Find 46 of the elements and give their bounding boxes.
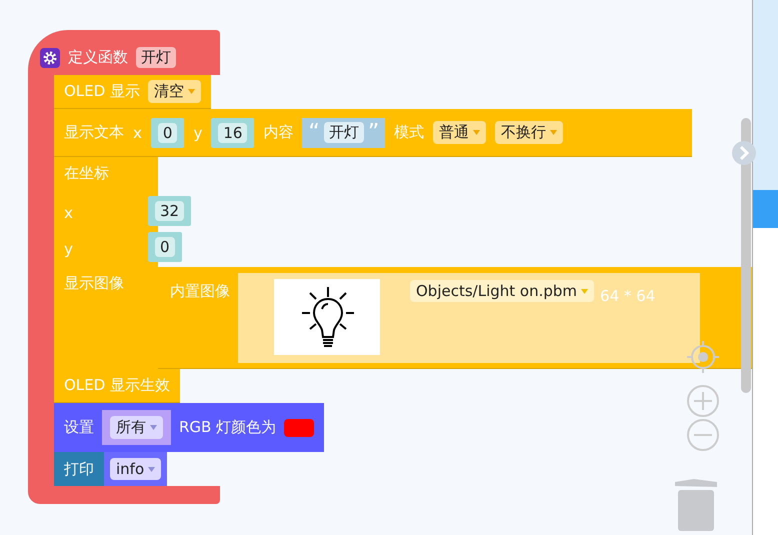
caret-icon [148, 466, 156, 472]
caret-icon [581, 288, 588, 294]
block-label: 定义函数 [68, 48, 128, 67]
function-name-field[interactable]: 开灯 [136, 47, 176, 68]
bulb-icon [274, 279, 380, 355]
caret-icon [188, 89, 195, 94]
block-label: x [64, 204, 73, 222]
dropdown[interactable]: 普通 [433, 121, 486, 144]
gear-icon[interactable] [40, 48, 60, 68]
number-field[interactable]: 32 [155, 201, 184, 221]
caret-icon [550, 130, 558, 135]
block-label: 设置 [64, 418, 94, 437]
block-label: 模式 [394, 123, 424, 142]
scrollbar[interactable] [741, 118, 751, 393]
zoom-in-icon[interactable] [687, 385, 719, 417]
number-field[interactable]: 16 [218, 122, 248, 142]
block-label: 显示图像 [64, 274, 124, 292]
text-field[interactable]: 开灯 [324, 122, 364, 143]
block-label: 打印 [64, 460, 94, 478]
dropdown[interactable]: 不换行 [495, 121, 564, 144]
dropdown[interactable]: 所有 [110, 416, 163, 439]
number-field[interactable]: 0 [158, 122, 178, 142]
color-swatch[interactable] [284, 418, 314, 436]
block-label: RGB 灯颜色为 [179, 418, 276, 437]
block-label: 显示文本 [64, 123, 124, 142]
dropdown[interactable]: 清空 [148, 80, 201, 103]
number-field[interactable]: 0 [155, 237, 175, 257]
expand-icon[interactable] [731, 140, 757, 166]
quote-mark: “ [308, 122, 320, 144]
block-label: x [133, 124, 142, 142]
dropdown[interactable]: Objects/Light on.pbm [410, 280, 594, 302]
caret-icon [473, 130, 480, 135]
dropdown[interactable]: info [110, 458, 162, 480]
caret-icon [150, 425, 157, 430]
zoom-out-icon[interactable] [687, 419, 719, 451]
block-label: y [193, 124, 202, 142]
image-size: 64 * 64 [600, 286, 656, 304]
block-label: 内容 [263, 123, 294, 142]
quote-mark: ” [368, 122, 380, 144]
block-label: 在坐标 [64, 164, 109, 182]
block-label: 内置图像 [170, 282, 230, 302]
trash-icon[interactable] [674, 476, 718, 532]
block-label: OLED 显示生效 [64, 376, 170, 395]
block-label: y [64, 240, 73, 258]
block-label: OLED 显示 [64, 82, 140, 101]
target-icon[interactable] [686, 340, 720, 374]
